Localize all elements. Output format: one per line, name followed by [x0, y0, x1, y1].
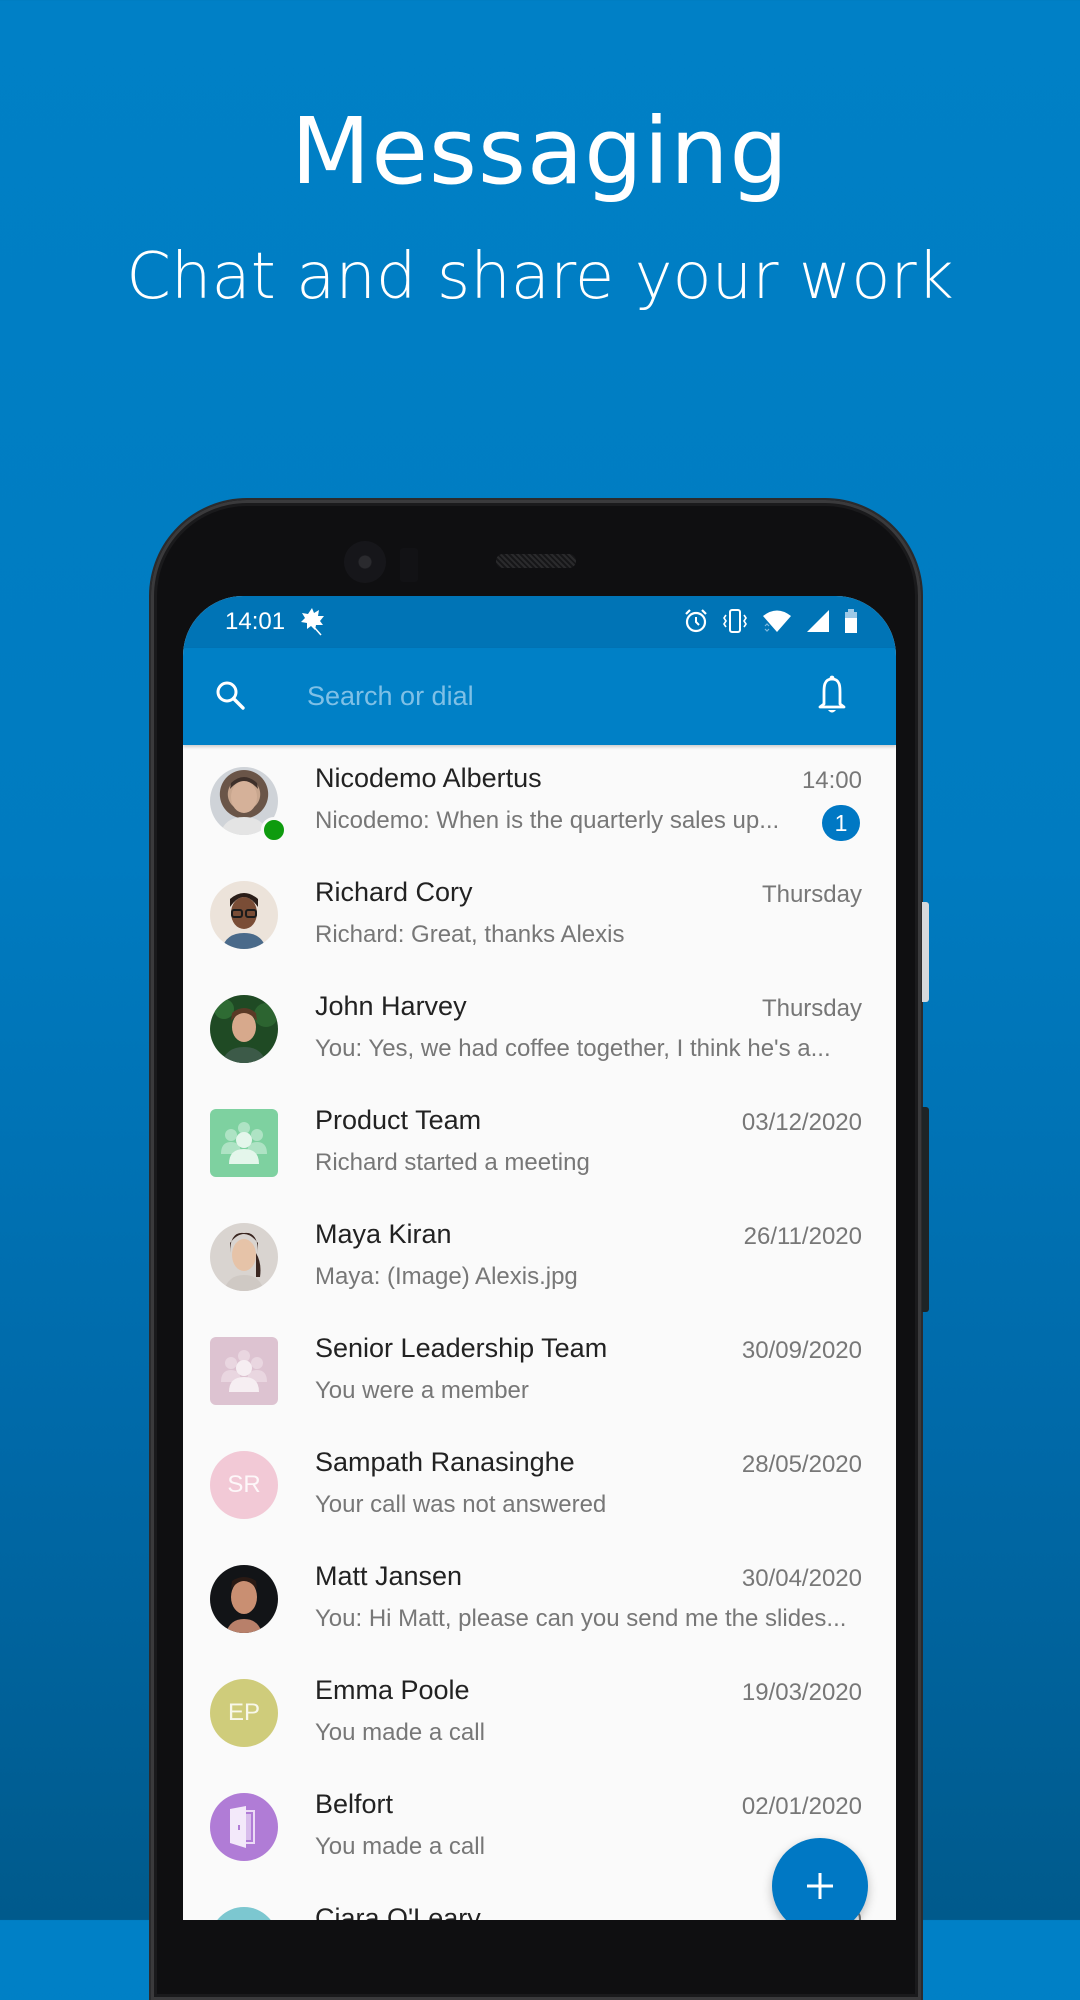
avatar-initials: SR: [227, 1471, 261, 1498]
contact-name: John Harvey: [315, 991, 467, 1021]
conversation-row[interactable]: Matt Jansen 30/04/2020 You: Hi Matt, ple…: [183, 1543, 896, 1657]
plus-icon: [807, 1873, 833, 1899]
hero-title: Messaging: [291, 98, 789, 205]
person-photo-icon: [224, 1232, 264, 1291]
battery-icon: [845, 609, 857, 633]
bell-icon[interactable]: [815, 674, 849, 716]
last-message-time: 14:00: [801, 767, 862, 794]
top-app-bar: [183, 648, 896, 745]
phone-volume-button: [922, 1107, 929, 1312]
search-icon[interactable]: [213, 678, 249, 714]
signal-icon: [807, 610, 829, 632]
phone-power-button: [922, 902, 929, 1002]
online-presence-indicator: [261, 817, 287, 843]
message-preview: Your call was not answered: [315, 1491, 607, 1518]
contact-name: Nicodemo Albertus: [315, 763, 542, 793]
alarm-icon: [685, 609, 707, 633]
avatar: [210, 1109, 278, 1177]
message-preview: You: Hi Matt, please can you send me the…: [315, 1605, 847, 1632]
last-message-time: Thursday: [761, 995, 862, 1022]
hero-subtitle: Chat and share your work: [126, 240, 954, 314]
conversation-row[interactable]: Senior Leadership Team 30/09/2020 You we…: [183, 1315, 896, 1429]
contact-name: Ciara O'Leary: [315, 1903, 481, 1920]
message-preview: You were a member: [315, 1377, 529, 1404]
contact-name: Senior Leadership Team: [315, 1333, 608, 1363]
conversation-row[interactable]: Richard Cory Thursday Richard: Great, th…: [183, 859, 896, 973]
contact-name: Matt Jansen: [315, 1561, 463, 1591]
message-preview: You made a call: [315, 1833, 485, 1860]
avatar: [210, 1907, 278, 1920]
phone-screen: 14:01 Search or dial Nicodemo Albertus 1…: [183, 596, 896, 1920]
unread-count-badge: 1: [822, 805, 860, 841]
conversation-row[interactable]: SR Sampath Ranasinghe 28/05/2020 Your ca…: [183, 1429, 896, 1543]
conversation-row[interactable]: Nicodemo Albertus 14:00 Nicodemo: When i…: [183, 745, 896, 859]
avatar: [210, 995, 278, 1063]
avatar: EP: [210, 1679, 278, 1747]
conversation-list: Nicodemo Albertus 14:00 Nicodemo: When i…: [183, 745, 896, 1920]
status-bar: 14:01: [183, 596, 896, 648]
contact-name: Maya Kiran: [315, 1219, 452, 1249]
front-camera: [344, 541, 386, 583]
door-icon: [230, 1806, 255, 1848]
message-preview: You made a call: [315, 1719, 485, 1746]
last-message-time: Thursday: [761, 881, 862, 908]
person-photo-icon: [226, 1577, 262, 1633]
avatar-initials: EP: [227, 1699, 260, 1726]
contact-name: Sampath Ranasinghe: [315, 1447, 575, 1477]
last-message-time: 02/01/2020: [741, 1793, 862, 1820]
message-preview: Richard started a meeting: [315, 1149, 590, 1176]
avatar: [210, 881, 278, 949]
message-preview: Nicodemo: When is the quarterly sales up…: [315, 807, 780, 834]
contact-name: Emma Poole: [315, 1675, 470, 1705]
last-message-time: 03/12/2020: [741, 1109, 862, 1136]
person-photo-icon: [222, 893, 266, 949]
last-message-time: 26/11/2020: [743, 1223, 862, 1250]
avatar: [210, 1793, 278, 1861]
status-time: 14:01: [225, 608, 286, 635]
contact-name: Product Team: [315, 1105, 482, 1135]
earpiece-speaker: [496, 554, 576, 568]
vibrate-icon: [723, 609, 747, 633]
last-message-time: 28/05/2020: [741, 1451, 862, 1478]
avatar: SR: [210, 1451, 278, 1519]
message-preview: Richard: Great, thanks Alexis: [315, 921, 625, 948]
avatar: [210, 1223, 278, 1291]
message-preview: Maya: (Image) Alexis.jpg: [315, 1263, 578, 1290]
avatar: [210, 1565, 278, 1633]
conversation-row[interactable]: John Harvey Thursday You: Yes, we had co…: [183, 973, 896, 1087]
last-message-time: 19/03/2020: [741, 1679, 862, 1706]
wifi-icon: [763, 610, 791, 632]
group-icon: [221, 1350, 267, 1392]
group-icon: [221, 1122, 267, 1164]
conversation-row[interactable]: EP Emma Poole 19/03/2020 You made a call: [183, 1657, 896, 1771]
conversation-row[interactable]: Product Team 03/12/2020 Richard started …: [183, 1087, 896, 1201]
contact-name: Richard Cory: [315, 877, 473, 907]
message-preview: You: Yes, we had coffee together, I thin…: [315, 1035, 831, 1062]
last-message-time: 30/04/2020: [741, 1565, 862, 1592]
contact-name: Belfort: [315, 1789, 394, 1819]
person-photo-icon: [214, 999, 278, 1063]
avatar: [210, 1337, 278, 1405]
last-message-time: 30/09/2020: [741, 1337, 862, 1364]
search-input[interactable]: [307, 672, 767, 720]
conversation-row[interactable]: Maya Kiran 26/11/2020 Maya: (Image) Alex…: [183, 1201, 896, 1315]
leaf-icon: [301, 608, 324, 636]
proximity-sensor: [400, 548, 418, 582]
